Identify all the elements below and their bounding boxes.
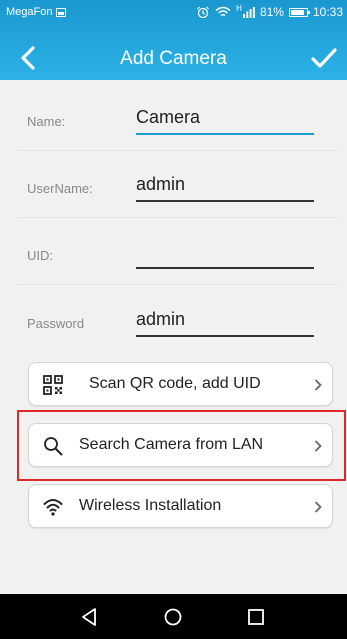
network-type: H [236,3,242,13]
password-input[interactable] [136,306,314,332]
divider [17,284,337,285]
wifi-status-icon [215,6,231,17]
uid-row: UID: [17,224,337,284]
username-field-wrapper [136,157,314,217]
qr-code-icon [43,375,63,395]
alarm-icon [197,6,210,18]
scan-qr-button[interactable]: Scan QR code, add UID [28,362,333,406]
username-row: UserName: [17,157,337,217]
scan-qr-label: Scan QR code, add UID [89,375,261,392]
uid-field-wrapper [136,224,314,284]
uid-underline [136,267,314,269]
wireless-installation-label: Wireless Installation [79,497,222,514]
name-label: Name: [27,114,66,129]
status-icons: H 81% 10:33 [196,3,343,19]
password-row: Password [17,292,337,352]
name-underline [136,133,314,135]
home-circle-icon[interactable] [162,606,184,628]
image-notification-icon [56,7,67,17]
app-header: MegaFon H 81% 10:33 Add Camera [0,0,347,80]
chevron-right-icon [314,379,322,391]
chevron-right-icon [314,501,322,513]
battery-icon [288,7,310,17]
wireless-installation-button[interactable]: Wireless Installation [28,484,333,528]
confirm-checkmark-icon[interactable] [309,44,339,72]
divider [17,217,337,218]
battery-percent: 81% [259,5,284,19]
username-input[interactable] [136,171,314,197]
clock: 10:33 [312,5,343,19]
page-title: Add Camera [120,48,227,69]
name-row: Name: [17,90,337,150]
name-input[interactable] [136,104,314,130]
password-underline [136,335,314,337]
recents-square-icon[interactable] [245,606,267,628]
username-underline [136,200,314,202]
wifi-icon [43,499,63,516]
system-nav-bar [0,594,347,639]
carrier-name: MegaFon [6,6,53,18]
uid-label: UID: [27,248,53,263]
highlight-box [17,410,346,481]
name-field-wrapper [136,90,314,150]
status-bar: MegaFon H 81% 10:33 [0,0,347,24]
username-label: UserName: [27,181,93,196]
password-label: Password [27,316,85,331]
password-field-wrapper [136,292,314,352]
back-triangle-icon[interactable] [78,606,100,628]
uid-input[interactable] [136,238,314,264]
carrier-group: MegaFon [6,6,67,18]
signal-icon [242,6,255,18]
divider [17,150,337,151]
